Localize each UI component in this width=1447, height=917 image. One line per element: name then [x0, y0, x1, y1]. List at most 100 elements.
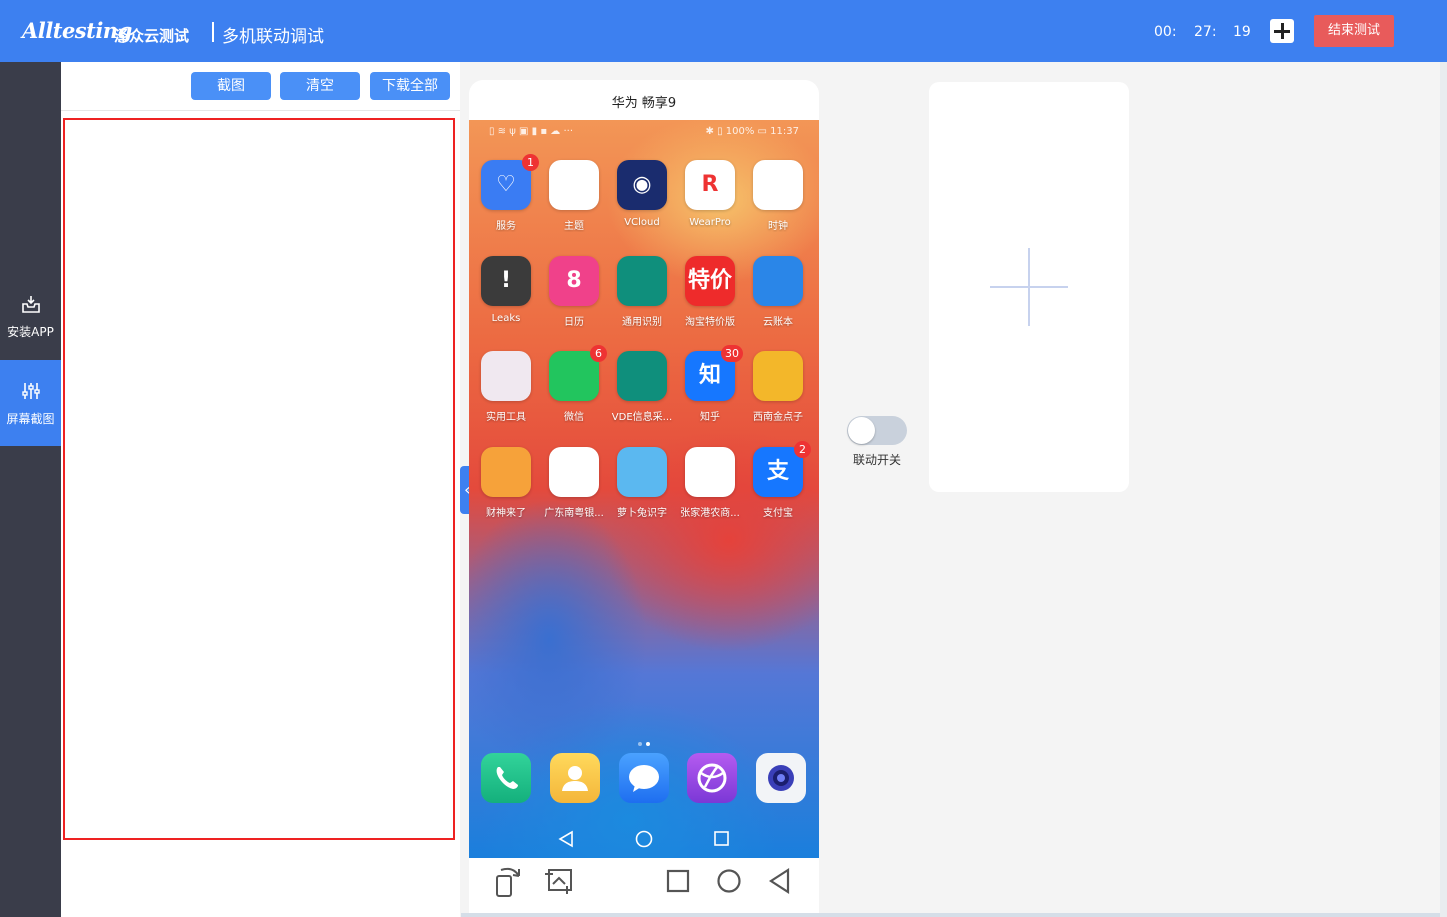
contacts-app-icon[interactable] [550, 753, 600, 803]
screenshot-list-area[interactable] [63, 118, 455, 840]
app-label: WearPro [689, 217, 731, 228]
nav-home-icon[interactable] [635, 830, 653, 848]
app-item[interactable]: 特价 淘宝特价版 [678, 256, 742, 328]
app-item[interactable]: 主题 [542, 160, 606, 232]
app-icon [753, 351, 803, 401]
app-label: 知乎 [700, 412, 720, 423]
link-toggle-label: 联动开关 [853, 453, 902, 467]
app-icon [753, 160, 803, 210]
app-label: 支付宝 [763, 508, 793, 519]
screenshot-panel: 截图 清空 下载全部 [61, 62, 460, 917]
app-label: VDE信息采... [611, 412, 673, 423]
status-left-icons: ▯ ≋ ψ ▣ ▮ ▪ ☁ ··· [489, 126, 573, 137]
app-item[interactable]: ◉ VCloud [610, 160, 674, 228]
app-label: VCloud [624, 217, 660, 228]
phone-app-icon[interactable] [481, 753, 531, 803]
app-item[interactable]: 支 2 支付宝 [746, 441, 811, 519]
app-icon: ◉ [617, 160, 667, 210]
app-label: Leaks [491, 313, 521, 324]
sidebar: 安装APP 屏幕截图 [0, 62, 61, 917]
notification-badge: 2 [794, 441, 811, 458]
app-item[interactable]: 时钟 [746, 160, 810, 232]
download-all-button[interactable]: 下载全部 [370, 72, 450, 100]
nav-recents-icon[interactable] [714, 831, 729, 846]
device-name: 华为 畅享9 [611, 96, 677, 111]
nav-back-icon[interactable] [558, 830, 573, 848]
app-icon [617, 447, 667, 497]
timer-minutes: 27: [1194, 24, 1217, 40]
app-item[interactable]: 云账本 [746, 256, 810, 328]
device-back-icon[interactable] [768, 867, 790, 895]
link-toggle-switch[interactable] [847, 416, 907, 445]
window-edge [1440, 62, 1447, 917]
app-icon [481, 447, 531, 497]
title-separator [212, 22, 214, 42]
screenshot-button[interactable]: 截图 [191, 72, 271, 100]
timer-seconds: 19 [1233, 24, 1251, 40]
app-label: 服务 [496, 221, 516, 232]
app-icon [549, 447, 599, 497]
notification-badge: 30 [721, 345, 743, 362]
notification-badge: 6 [590, 345, 607, 362]
rotate-icon[interactable] [496, 867, 520, 897]
app-icon: R [685, 160, 735, 210]
app-icon: ! [481, 256, 531, 306]
device-screen[interactable]: ▯ ≋ ψ ▣ ▮ ▪ ☁ ··· ✱ ▯ 100% ▭ 11:37 ♡ 1 服务 主… [469, 120, 819, 858]
app-item[interactable]: ! Leaks [474, 256, 538, 324]
device-toolbar [469, 858, 819, 917]
app-item[interactable]: 6 微信 [542, 345, 607, 423]
app-label: 淘宝特价版 [685, 317, 735, 328]
crop-screenshot-icon[interactable] [545, 869, 572, 894]
app-item[interactable]: 西南金点子 [746, 351, 810, 423]
page-dots [636, 731, 652, 750]
app-label: 时钟 [768, 221, 788, 232]
device-home-icon[interactable] [717, 869, 741, 893]
end-test-button[interactable]: 结束测试 [1314, 15, 1394, 47]
app-item[interactable]: ♡ 1 服务 [474, 154, 539, 232]
app-label: 西南金点子 [753, 412, 803, 423]
app-item[interactable]: 张家港农商... [678, 447, 742, 519]
app-item[interactable]: 广东南粤银... [542, 447, 606, 519]
sidebar-item-screenshot[interactable]: 屏幕截图 [0, 360, 61, 446]
app-item[interactable]: 实用工具 [474, 351, 538, 423]
app-label: 通用识别 [622, 317, 662, 328]
add-device-card[interactable] [929, 82, 1129, 492]
app-item[interactable]: 通用识别 [610, 256, 674, 328]
app-label: 萝卜兔识字 [617, 508, 667, 519]
phone-status-bar: ▯ ≋ ψ ▣ ▮ ▪ ☁ ··· ✱ ▯ 100% ▭ 11:37 [489, 126, 799, 137]
app-item[interactable]: 知 30 知乎 [678, 345, 743, 423]
app-icon [685, 447, 735, 497]
status-right: ✱ ▯ 100% ▭ 11:37 [705, 126, 799, 137]
link-toggle-group: 联动开关 [847, 416, 917, 468]
app-icon: 特价 [685, 256, 735, 306]
page-title: 多机联动调试 [222, 27, 324, 47]
app-label: 云账本 [763, 317, 793, 328]
messages-app-icon[interactable] [619, 753, 669, 803]
top-header: Alltesting 泽众云测试 多机联动调试 00: 27: 19 结束测试 [0, 0, 1447, 62]
app-label: 财神来了 [486, 508, 526, 519]
app-item[interactable]: 8 日历 [542, 256, 606, 328]
app-icon: 8 [549, 256, 599, 306]
camera-app-icon[interactable] [756, 753, 806, 803]
app-icon [481, 351, 531, 401]
app-item[interactable]: R WearPro [678, 160, 742, 228]
timer-hours: 00: [1154, 24, 1177, 40]
app-icon: ♡ 1 [481, 154, 539, 210]
app-label: 日历 [564, 317, 584, 328]
bottom-scrollbar[interactable] [461, 913, 1440, 917]
app-icon [617, 351, 667, 401]
app-item[interactable]: 萝卜兔识字 [610, 447, 674, 519]
app-icon: 6 [549, 345, 607, 401]
panel-divider [61, 110, 460, 111]
device-recents-icon[interactable] [666, 869, 690, 893]
browser-app-icon[interactable] [687, 753, 737, 803]
app-label: 主题 [564, 221, 584, 232]
phone-nav-bar [469, 820, 819, 858]
logo-cn-text: 泽众云测试 [114, 27, 190, 45]
app-item[interactable]: 财神来了 [474, 447, 538, 519]
add-time-button[interactable] [1270, 19, 1294, 43]
app-label: 广东南粤银... [544, 508, 604, 519]
app-item[interactable]: VDE信息采... [610, 351, 674, 423]
clear-button[interactable]: 清空 [280, 72, 360, 100]
inbox-download-icon [21, 296, 40, 313]
